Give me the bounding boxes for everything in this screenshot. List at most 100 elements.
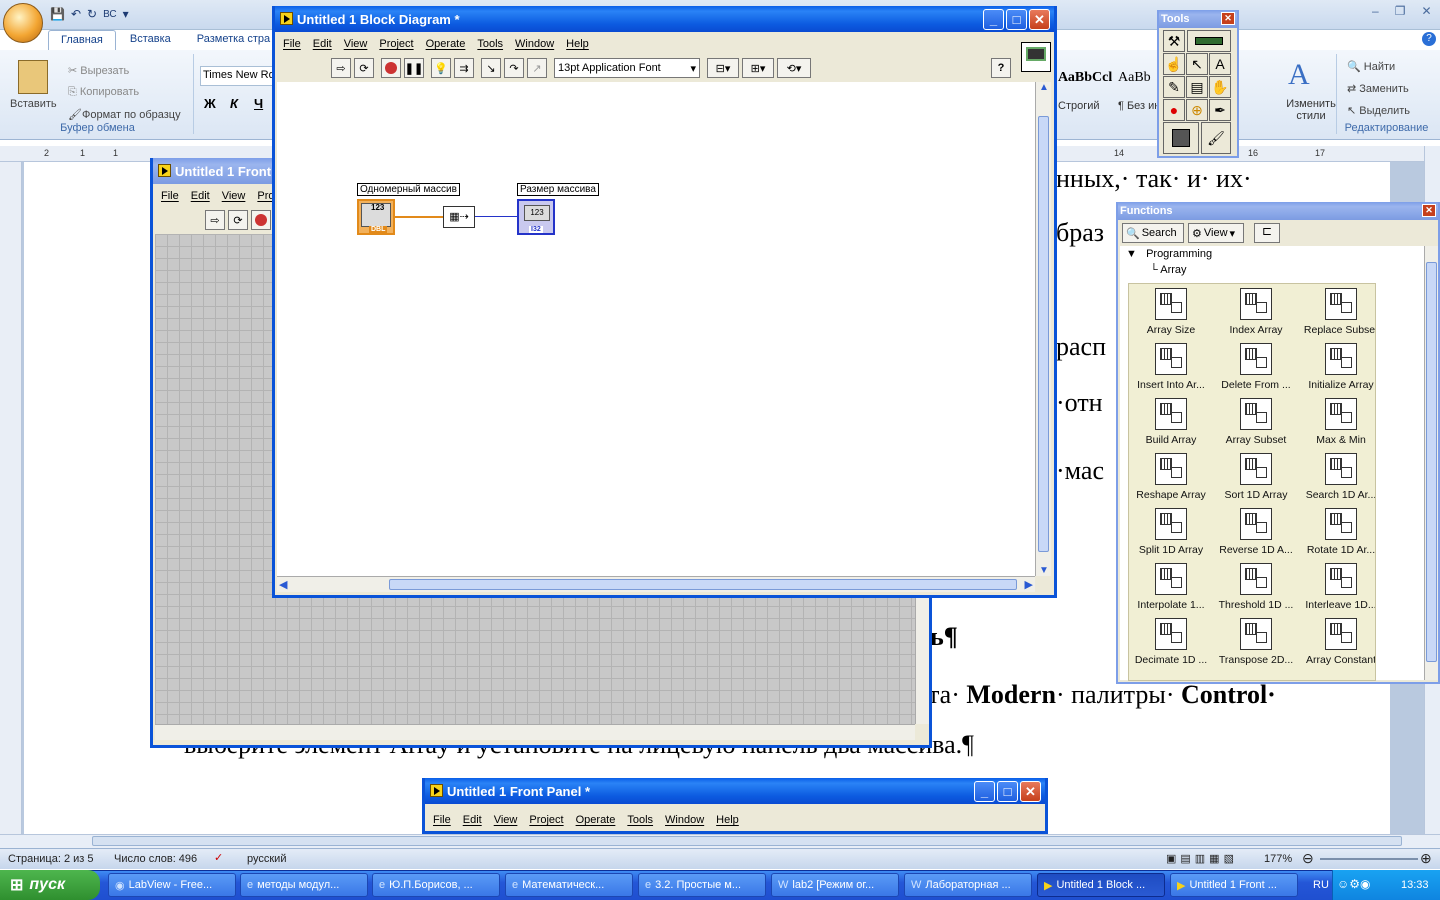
- menu-edit[interactable]: Edit: [191, 190, 210, 202]
- tree-array[interactable]: └ Array: [1150, 264, 1187, 276]
- front-panel-window-bottom[interactable]: Untitled 1 Front Panel * _ □ ✕ File Edit…: [422, 778, 1048, 834]
- palette-item[interactable]: Split 1D Array: [1129, 508, 1213, 563]
- step-into-icon[interactable]: ↘: [481, 58, 501, 78]
- zoom-out-icon[interactable]: ⊖: [1302, 850, 1314, 867]
- minimize-icon[interactable]: –: [1372, 4, 1379, 18]
- change-styles-button[interactable]: Изменить стили: [1280, 98, 1342, 122]
- array-control-terminal[interactable]: 123 DBL: [357, 199, 395, 235]
- palette-item[interactable]: Array Constant: [1299, 618, 1375, 673]
- palette-item[interactable]: Reshape Array: [1129, 453, 1213, 508]
- block-diagram-canvas[interactable]: Одномерный массив 123 DBL ▦⇢ Размер масс…: [277, 82, 1035, 576]
- palette-item[interactable]: Array Size: [1129, 288, 1213, 343]
- operate-tool-icon[interactable]: ☝: [1163, 53, 1185, 75]
- palette-item[interactable]: Transpose 2D...: [1214, 618, 1298, 673]
- close-button[interactable]: ✕: [1029, 9, 1050, 30]
- bold-button[interactable]: Ж: [204, 96, 216, 111]
- style-strict[interactable]: АаBbCcl: [1058, 70, 1112, 86]
- abort-icon[interactable]: [251, 210, 271, 230]
- palette-item[interactable]: Search 1D Ar...: [1299, 453, 1375, 508]
- array-size-indicator-terminal[interactable]: 123 I32: [517, 199, 555, 235]
- functions-titlebar[interactable]: Functions ✕: [1118, 202, 1438, 220]
- palette-item[interactable]: Rotate 1D Ar...: [1299, 508, 1375, 563]
- save-icon[interactable]: 💾: [50, 7, 65, 21]
- orange-wire[interactable]: [395, 216, 443, 218]
- menu-view[interactable]: View: [344, 38, 368, 50]
- format-painter-button[interactable]: 🖌Формат по образцу: [68, 108, 181, 121]
- document-horizontal-scrollbar[interactable]: [0, 834, 1440, 848]
- highlight-execution-icon[interactable]: 💡: [431, 58, 451, 78]
- scroll-thumb[interactable]: [1038, 116, 1049, 552]
- coloring-tool-icon[interactable]: [1163, 122, 1199, 154]
- menu-tools[interactable]: Tools: [627, 814, 653, 826]
- run-icon[interactable]: ⇨: [331, 58, 351, 78]
- array-control-label[interactable]: Одномерный массив: [357, 183, 460, 196]
- taskbar-button[interactable]: e 3.2. Простые м...: [638, 873, 766, 897]
- clock[interactable]: 13:33: [1401, 879, 1429, 891]
- tab-home[interactable]: Главная: [48, 30, 116, 50]
- menu-view[interactable]: View: [494, 814, 518, 826]
- auto-select-indicator[interactable]: [1187, 30, 1231, 52]
- copy-button[interactable]: ⎘ Копировать: [68, 86, 139, 99]
- breakpoint-tool-icon[interactable]: ●: [1163, 99, 1185, 121]
- view-button[interactable]: ⚙ View ▾: [1188, 223, 1244, 243]
- horizontal-scrollbar[interactable]: ◀ ▶: [277, 576, 1035, 592]
- vertical-scrollbar[interactable]: [1424, 246, 1438, 680]
- scroll-thumb[interactable]: [1426, 262, 1437, 662]
- menu-window[interactable]: Window: [515, 38, 554, 50]
- vi-icon[interactable]: [1021, 42, 1051, 72]
- probe-tool-icon[interactable]: ⊕: [1186, 99, 1208, 121]
- paste-button[interactable]: Вставить: [10, 98, 57, 110]
- spelling-icon[interactable]: ВС: [103, 9, 117, 20]
- palette-item[interactable]: Replace Subset: [1299, 288, 1375, 343]
- underline-button[interactable]: Ч: [254, 96, 263, 111]
- run-continuously-icon[interactable]: ⟳: [354, 58, 374, 78]
- vertical-scrollbar[interactable]: ▲ ▼: [1035, 82, 1051, 576]
- array-size-function[interactable]: ▦⇢: [443, 206, 475, 228]
- taskbar-button[interactable]: Wlab2 [Режим ог...: [771, 873, 899, 897]
- customize-icon[interactable]: ▾: [123, 7, 129, 21]
- pin-button[interactable]: ⊏: [1254, 223, 1280, 243]
- close-icon[interactable]: ✕: [1421, 4, 1431, 18]
- taskbar-button[interactable]: e Ю.П.Борисов, ...: [372, 873, 500, 897]
- scroll-down-icon[interactable]: ▼: [1039, 565, 1049, 576]
- undo-icon[interactable]: ↶: [71, 7, 81, 21]
- shortcut-menu-tool-icon[interactable]: ▤: [1186, 76, 1208, 98]
- palette-item[interactable]: Max & Min: [1299, 398, 1375, 453]
- tools-palette[interactable]: Tools ✕ ⚒ ☝ ↖ A ✎ ▤ ✋ ● ⊕ ✒ 🖌: [1157, 10, 1239, 158]
- block-diagram-window[interactable]: Untitled 1 Block Diagram * _ □ ✕ File Ed…: [272, 6, 1057, 598]
- scroll-thumb[interactable]: [92, 836, 1402, 846]
- menu-file[interactable]: File: [283, 38, 301, 50]
- search-button[interactable]: 🔍 Search: [1122, 223, 1184, 243]
- minimize-button[interactable]: _: [974, 781, 995, 802]
- taskbar-button[interactable]: W Лабораторная ...: [904, 873, 1032, 897]
- redo-icon[interactable]: ↻: [87, 7, 97, 21]
- menu-view[interactable]: View: [222, 190, 246, 202]
- horizontal-scrollbar[interactable]: [155, 724, 915, 740]
- run-continuously-icon[interactable]: ⟳: [228, 210, 248, 230]
- color-copy-tool-icon[interactable]: ✒: [1209, 99, 1231, 121]
- vertical-ruler[interactable]: [0, 162, 22, 834]
- palette-item[interactable]: Reverse 1D A...: [1214, 508, 1298, 563]
- menu-project[interactable]: Project: [529, 814, 563, 826]
- scroll-tool-icon[interactable]: ✋: [1209, 76, 1231, 98]
- front-panel-titlebar[interactable]: Untitled 1 Front Panel * _ □ ✕: [425, 778, 1045, 804]
- menu-tools[interactable]: Tools: [477, 38, 503, 50]
- maximize-button[interactable]: □: [1006, 9, 1027, 30]
- menu-file[interactable]: File: [433, 814, 451, 826]
- view-buttons[interactable]: ▣▤▥▦▧: [1166, 852, 1238, 865]
- replace-button[interactable]: ⇄ Заменить: [1347, 82, 1409, 95]
- text-tool-icon[interactable]: A: [1209, 53, 1231, 75]
- palette-item[interactable]: Initialize Array: [1299, 343, 1375, 398]
- zoom-in-icon[interactable]: ⊕: [1420, 850, 1432, 867]
- palette-item[interactable]: Sort 1D Array: [1214, 453, 1298, 508]
- taskbar-button[interactable]: e Математическ...: [505, 873, 633, 897]
- wiring-tool-icon[interactable]: ✎: [1163, 76, 1185, 98]
- block-diagram-titlebar[interactable]: Untitled 1 Block Diagram * _ □ ✕: [275, 6, 1054, 32]
- close-button[interactable]: ✕: [1221, 12, 1235, 25]
- scroll-thumb[interactable]: [389, 579, 1017, 590]
- tools-titlebar[interactable]: Tools ✕: [1159, 10, 1237, 28]
- tab-insert[interactable]: Вставка: [118, 30, 183, 50]
- palette-item[interactable]: Array Subset: [1214, 398, 1298, 453]
- menu-operate[interactable]: Operate: [576, 814, 616, 826]
- palette-item[interactable]: Insert Into Ar...: [1129, 343, 1213, 398]
